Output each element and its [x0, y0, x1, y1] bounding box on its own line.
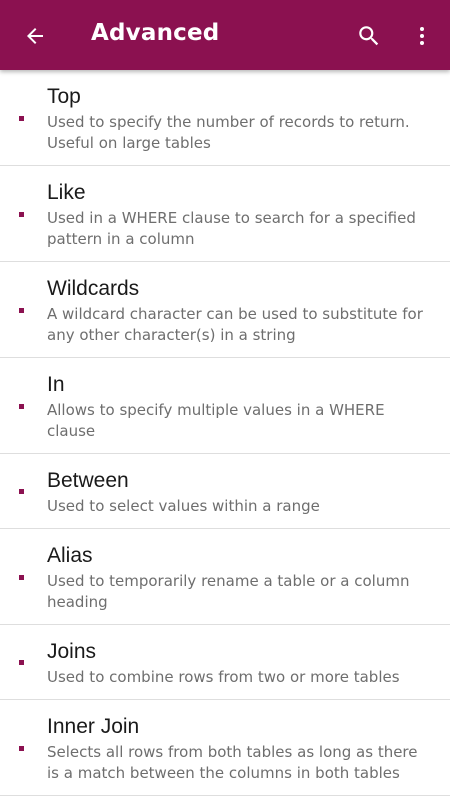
item-title: Inner Join: [47, 715, 140, 738]
item-description: Used to temporarily rename a table or a …: [47, 572, 410, 611]
page-title: Advanced: [91, 20, 220, 46]
list-item-in[interactable]: In Allows to specify multiple values in …: [0, 358, 450, 454]
item-description: Allows to specify multiple values in a W…: [47, 401, 385, 440]
item-description: A wildcard character can be used to subs…: [47, 305, 423, 344]
list-item-top[interactable]: Top Used to specify the number of record…: [0, 70, 450, 166]
item-description: Used to specify the number of records to…: [47, 113, 410, 152]
item-title: Alias: [47, 544, 93, 567]
list-item-wildcards[interactable]: Wildcards A wildcard character can be us…: [0, 262, 450, 358]
item-description: Selects all rows from both tables as lon…: [47, 743, 418, 782]
bullet-icon: [19, 660, 24, 665]
search-button[interactable]: [356, 23, 382, 49]
item-title: Top: [47, 85, 81, 108]
list-item-between[interactable]: Between Used to select values within a r…: [0, 454, 450, 529]
more-vertical-icon: [420, 27, 424, 45]
item-title: Between: [47, 469, 129, 492]
item-description: Used in a WHERE clause to search for a s…: [47, 209, 416, 248]
list-item-alias[interactable]: Alias Used to temporarily rename a table…: [0, 529, 450, 625]
bullet-icon: [19, 574, 24, 580]
bullet-icon: [19, 489, 24, 494]
arrow-left-icon: [27, 28, 43, 44]
item-title: Like: [47, 181, 86, 204]
list-item-inner-join[interactable]: Inner Join Selects all rows from both ta…: [0, 700, 450, 796]
bullet-icon: [19, 403, 24, 409]
bullet-icon: [19, 745, 24, 751]
bullet-icon: [19, 115, 24, 121]
back-button[interactable]: [22, 23, 48, 49]
item-title: In: [47, 373, 65, 396]
search-icon: [359, 26, 379, 46]
item-title: Joins: [47, 640, 97, 663]
bullet-icon: [19, 211, 24, 217]
item-description: Used to combine rows from two or more ta…: [47, 668, 400, 686]
list-item-joins[interactable]: Joins Used to combine rows from two or m…: [0, 625, 450, 700]
list-item-like[interactable]: Like Used in a WHERE clause to search fo…: [0, 166, 450, 262]
more-options-button[interactable]: [410, 22, 434, 50]
app-bar: Advanced: [0, 0, 450, 70]
topic-list: Top Used to specify the number of record…: [0, 70, 450, 796]
item-title: Wildcards: [47, 277, 140, 300]
bullet-icon: [19, 307, 24, 313]
item-description: Used to select values within a range: [47, 497, 320, 515]
